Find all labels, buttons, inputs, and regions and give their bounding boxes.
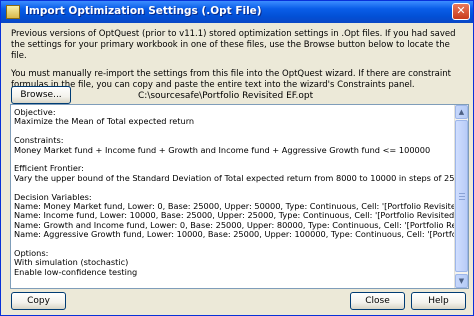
- app-window-icon: [6, 5, 20, 19]
- help-button[interactable]: Help: [411, 292, 466, 310]
- settings-text-area[interactable]: Objective: Maximize the Mean of Total exp…: [10, 104, 469, 289]
- scroll-down-button[interactable]: ▼: [455, 274, 468, 288]
- title-bar[interactable]: Import Optimization Settings (.Opt File)…: [1, 1, 473, 23]
- instructions-paragraph-2: You must manually re-import the settings…: [11, 69, 451, 90]
- scroll-down-arrow-icon: ▼: [458, 277, 465, 285]
- close-button[interactable]: Close: [350, 292, 405, 310]
- scroll-up-arrow-icon: ▲: [458, 108, 465, 116]
- file-path-label: C:\sourcesafe\Portfolio Revisited EF.opt: [138, 91, 314, 101]
- browse-button[interactable]: Browse...: [11, 86, 71, 104]
- settings-line: Name: Aggressive Growth fund, Lower: 100…: [14, 229, 468, 240]
- settings-line: Enable low-confidence testing: [14, 266, 138, 277]
- instructions: Previous versions of OptQuest (prior to …: [11, 29, 467, 98]
- settings-line: Vary the upper bound of the Standard Dev…: [14, 172, 460, 183]
- vertical-scrollbar[interactable]: ▲ ▼: [454, 105, 468, 288]
- instructions-paragraph-1: Previous versions of OptQuest (prior to …: [11, 29, 456, 61]
- window-title: Import Optimization Settings (.Opt File): [25, 5, 262, 17]
- copy-button[interactable]: Copy: [11, 292, 66, 310]
- settings-line: Money Market fund + Income fund + Growth…: [14, 144, 431, 155]
- settings-line: Maximize the Mean of Total expected retu…: [14, 116, 195, 127]
- close-window-button[interactable]: ✕: [452, 3, 470, 20]
- scroll-thumb[interactable]: [455, 120, 468, 272]
- settings-text-content: Objective: Maximize the Mean of Total exp…: [14, 107, 468, 277]
- close-icon: ✕: [456, 4, 466, 17]
- dialog-window: Import Optimization Settings (.Opt File)…: [0, 0, 474, 316]
- scroll-up-button[interactable]: ▲: [455, 105, 468, 119]
